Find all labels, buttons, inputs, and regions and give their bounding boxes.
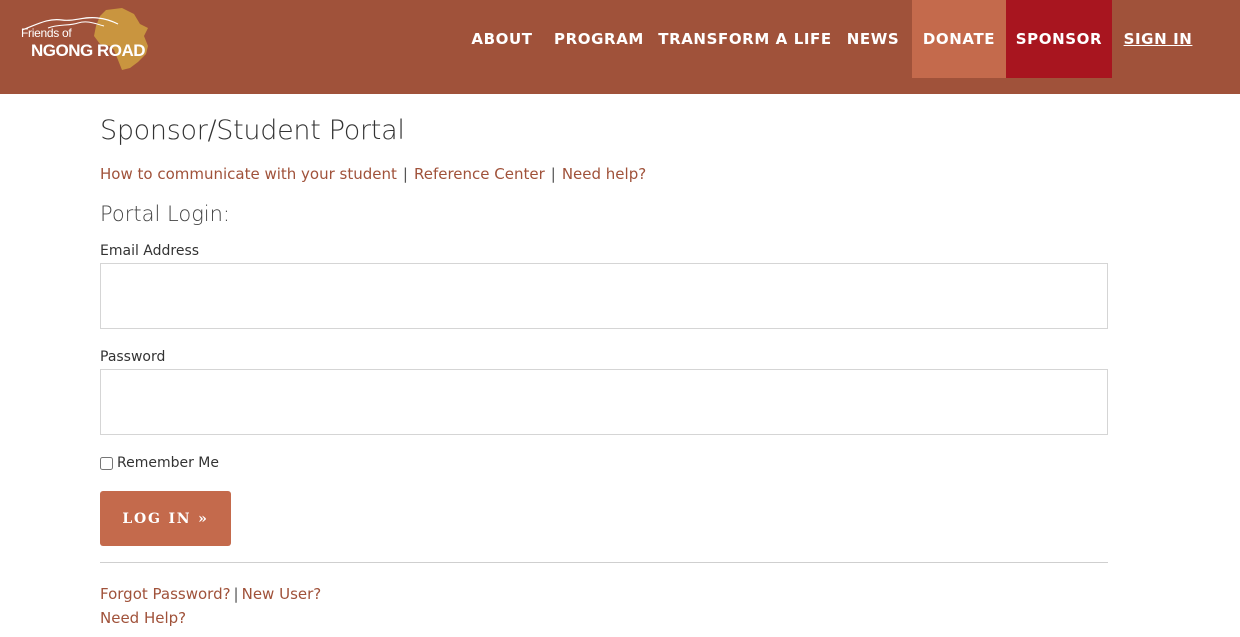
logo[interactable]: Friends of NGONG ROAD [18,6,158,72]
email-label: Email Address [100,243,200,259]
divider [100,562,1108,563]
link-separator: | [550,165,556,183]
logo-line2: NGONG ROAD [31,41,146,60]
nav-transform-a-life[interactable]: TRANSFORM A LIFE [656,0,834,78]
link-separator: | [402,165,408,183]
login-heading: Portal Login: [100,202,231,226]
password-label: Password [100,349,166,365]
link-need-help[interactable]: Need help? [562,165,646,183]
nav-sign-in[interactable]: SIGN IN [1118,0,1198,78]
footer-separator: | [233,585,239,603]
remember-me-label[interactable]: Remember Me [117,455,219,471]
site-header: Friends of NGONG ROAD ABOUT PROGRAM TRAN… [0,0,1240,94]
need-help-link[interactable]: Need Help? [100,609,186,627]
new-user-link[interactable]: New User? [242,585,322,603]
nav-donate[interactable]: DONATE [912,0,1006,78]
logo-line1: Friends of [21,26,72,40]
nav-sponsor[interactable]: SPONSOR [1006,0,1112,78]
remember-me: Remember Me [100,455,219,471]
portal-links: How to communicate with your student | Ref… [100,165,646,183]
email-field[interactable] [100,263,1108,329]
footer-links: Forgot Password? | New User? Need Help? [100,582,321,630]
forgot-password-link[interactable]: Forgot Password? [100,585,231,603]
link-communicate-with-student[interactable]: How to communicate with your student [100,165,397,183]
nav-about[interactable]: ABOUT [462,0,542,78]
nav-program[interactable]: PROGRAM [548,0,650,78]
password-field[interactable] [100,369,1108,435]
nav-news[interactable]: NEWS [840,0,906,78]
remember-me-checkbox[interactable] [100,456,113,470]
login-button[interactable]: LOG IN » [100,491,231,546]
page-title: Sponsor/Student Portal [100,115,405,146]
link-reference-center[interactable]: Reference Center [414,165,545,183]
